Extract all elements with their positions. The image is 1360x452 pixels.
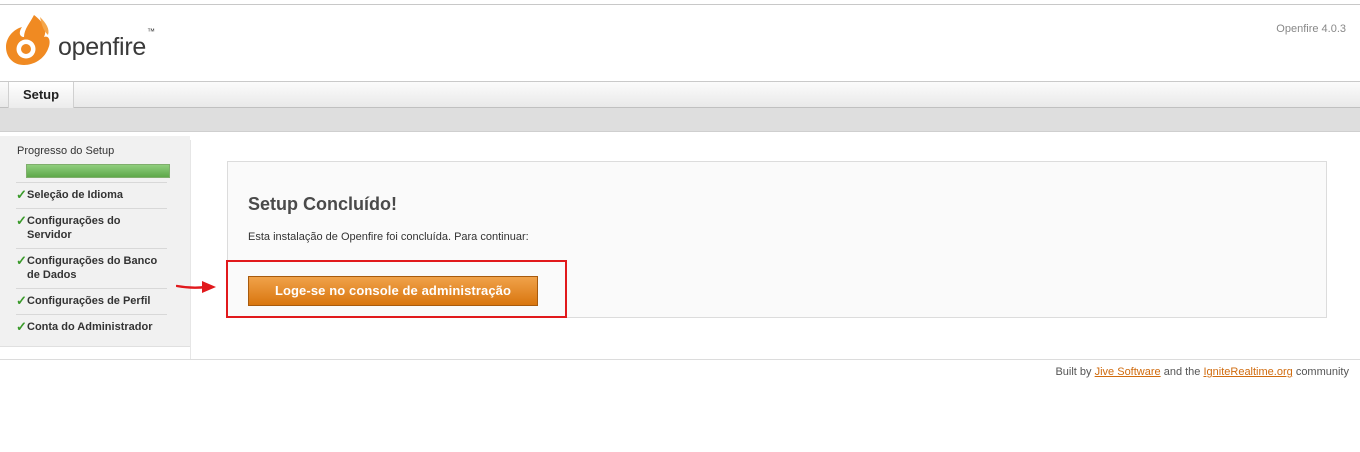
ignite-realtime-link[interactable]: IgniteRealtime.org [1203,366,1292,378]
sidebar-item-database-settings: ✓ Configurações do Banco de Dados [16,248,167,288]
version-label: Openfire 4.0.3 [1276,23,1346,35]
sidebar-item-label: Conta do Administrador [27,321,153,333]
sidebar-item-label: Configurações do Servidor [27,215,121,241]
sidebar-item-admin-account: ✓ Conta do Administrador [16,314,167,340]
checkmark-icon: ✓ [16,187,27,202]
checkmark-icon: ✓ [16,253,27,268]
footer: Built by Jive Software and the IgniteRea… [1055,366,1349,378]
sidebar-title: Progresso do Setup [17,145,115,157]
checkmark-icon: ✓ [16,213,27,228]
sidebar: Progresso do Setup ✓ Seleção de Idioma ✓… [0,136,190,347]
openfire-flame-icon [6,15,50,65]
footer-suffix: community [1295,366,1349,378]
checkmark-icon: ✓ [16,293,27,308]
completion-description: Esta instalação de Openfire foi concluíd… [248,231,529,243]
footer-prefix: Built by [1055,366,1092,378]
setup-steps-list: ✓ Seleção de Idioma ✓ Configurações do S… [16,182,167,340]
login-admin-console-button[interactable]: Loge-se no console de administração [248,276,538,306]
sidebar-item-label: Configurações de Perfil [27,295,151,307]
checkmark-icon: ✓ [16,319,27,334]
annotation-arrow-icon [176,281,216,293]
header: openfire™ Openfire 4.0.3 [0,5,1360,81]
setup-progress-bar [26,164,170,178]
footer-divider [0,359,1360,360]
footer-middle: and the [1163,366,1201,378]
sidebar-item-language: ✓ Seleção de Idioma [16,182,167,208]
sidebar-item-label: Seleção de Idioma [27,189,123,201]
jive-software-link[interactable]: Jive Software [1095,366,1161,378]
sidebar-item-server-settings: ✓ Configurações do Servidor [16,208,167,248]
page-title: Setup Concluído! [248,194,397,214]
sub-nav-bar [0,108,1360,132]
tab-setup[interactable]: Setup [8,82,74,108]
app-logo-text: openfire™ [58,26,155,61]
sidebar-item-profile-settings: ✓ Configurações de Perfil [16,288,167,314]
sidebar-item-label: Configurações do Banco de Dados [27,255,158,281]
tab-bar: Setup [0,81,1360,108]
